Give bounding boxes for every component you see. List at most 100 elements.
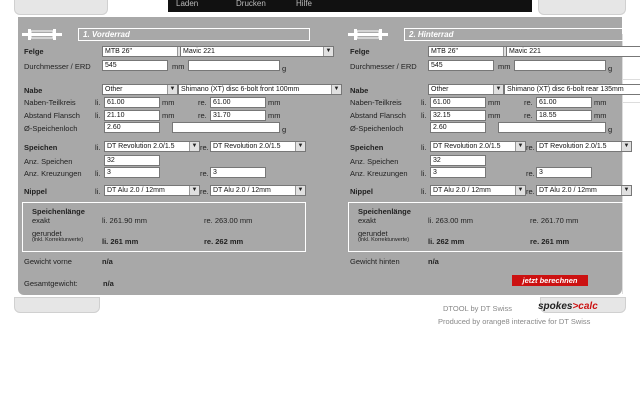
wheel-front-distance-right-unit: mm (268, 111, 281, 120)
wheel-rear-distance-left-input[interactable]: 32.15 (430, 110, 486, 121)
wheel-rear-cross-right-input[interactable]: 3 (536, 167, 592, 178)
wheel-front-nip-re-prefix: re. (200, 187, 209, 196)
wheel-front-flange-li-prefix: li. (95, 98, 101, 107)
chevron-down-icon: ▼ (515, 142, 525, 151)
wheel-rear-distance-right-input[interactable]: 18.55 (536, 110, 592, 121)
wheel-front-hub-weight-unit: g (282, 125, 287, 134)
wheel-front-spoke-left-select[interactable]: DT Revolution 2.0/1.5 ▼ (104, 141, 200, 152)
wheel-front-hub-weight-input[interactable] (172, 122, 280, 133)
wheel-rear-weight-value: n/a (428, 257, 439, 266)
calculate-button[interactable]: jetzt berechnen (512, 275, 588, 286)
menu-load[interactable]: Laden (176, 0, 198, 8)
wheel-front-nipple-right-select-value: DT Alu 2.0 / 12mm (213, 187, 271, 194)
wheel-front-title: 1. Vorderrad (78, 28, 310, 41)
wheel-rear-cross-li-prefix: li. (421, 169, 427, 178)
wheel-rear-spoke-li-prefix: li. (421, 143, 427, 152)
wheel-front-felge-label: Felge (24, 47, 44, 56)
wheel-rear-weight-label: Gewicht hinten (350, 257, 400, 266)
wheel-rear-title: 2. Hinterrad (404, 28, 636, 41)
wheel-rear-cross-label: Anz. Kreuzungen (350, 169, 408, 178)
right-edge-strip (622, 34, 640, 294)
menu-print[interactable]: Drucken (236, 0, 266, 8)
wheel-rear-flange-re-prefix: re. (524, 98, 533, 107)
chevron-down-icon: ▼ (493, 85, 503, 94)
wheel-rear-distance-re-prefix: re. (524, 111, 533, 120)
wheel-rear-hub-model-select[interactable]: Shimano (XT) disc 6-bolt rear 135mm▼ (504, 84, 640, 95)
wheel-front-flange-left-unit: mm (162, 98, 175, 107)
wheel-rear-hole-input[interactable]: 2.60 (430, 122, 486, 133)
wheel-rear-flange-right-unit: mm (594, 98, 607, 107)
wheel-front-distance-left-input[interactable]: 21.10 (104, 110, 160, 121)
chevron-down-icon: ▼ (295, 186, 305, 195)
wheel-front-count-input[interactable]: 32 (104, 155, 160, 166)
wheel-rear-rim-model-select[interactable]: Mavic 221▼ (506, 46, 640, 57)
wheel-front-cross-re-prefix: re. (200, 169, 209, 178)
chevron-down-icon: ▼ (295, 142, 305, 151)
wheel-front-hole-input[interactable]: 2.60 (104, 122, 160, 133)
wheel-rear-rim-size-select[interactable]: MTB 26"▼ (428, 46, 514, 57)
wheel-front-spoke-right-select[interactable]: DT Revolution 2.0/1.5 ▼ (210, 141, 306, 152)
wheel-front-flange-left-input[interactable]: 61.00 (104, 97, 160, 108)
wheel-rear-spoke-right-select[interactable]: DT Revolution 2.0/1.5 ▼ (536, 141, 632, 152)
wheel-front-nipple-left-select[interactable]: DT Alu 2.0 / 12mm ▼ (104, 185, 200, 196)
wheel-rear-hole-label: Ø-Speichenloch (350, 124, 404, 133)
wheel-front-hub-model-select[interactable]: Shimano (XT) disc 6-bolt front 100mm ▼ (178, 84, 342, 95)
wheel-front-exakt-left: li. 261.90 mm (102, 216, 148, 225)
wheel-front-rounded-left: li. 261 mm (102, 237, 139, 246)
wheel-front-spoke-left-select-value: DT Revolution 2.0/1.5 (107, 143, 175, 150)
wheel-front-erd-label: Durchmesser / ERD (24, 62, 91, 71)
wheel-front-exakt-right: re. 263.00 mm (204, 216, 253, 225)
wheel-front-rounded-right: re. 262 mm (204, 237, 244, 246)
wheel-front-nip-li-prefix: li. (95, 187, 101, 196)
wheel-rear-cross-left-input[interactable]: 3 (430, 167, 486, 178)
wheel-front-erd-input[interactable]: 545 (102, 60, 168, 71)
wheel-rear-hub-graphic (348, 29, 388, 40)
wheel-front-distance-right-input[interactable]: 31.70 (210, 110, 266, 121)
top-menu-bar: Laden Drucken Hilfe (168, 0, 532, 12)
wheel-front-flange-right-input[interactable]: 61.00 (210, 97, 266, 108)
chevron-down-icon: ▼ (167, 85, 177, 94)
wheel-front-rim-weight-input[interactable] (188, 60, 280, 71)
wheel-rear-spoke-left-select[interactable]: DT Revolution 2.0/1.5 ▼ (430, 141, 526, 152)
wheel-rear-hub-model-select-value: Shimano (XT) disc 6-bolt rear 135mm (507, 86, 624, 93)
chevron-down-icon: ▼ (331, 85, 341, 94)
wheel-rear-exakt-label: exakt (358, 216, 376, 225)
wheel-rear-hub-brand-select[interactable]: Other ▼ (428, 84, 504, 95)
wheel-rear-hub-weight-input[interactable] (498, 122, 606, 133)
chevron-down-icon: ▼ (323, 47, 333, 56)
wheel-front-spoke-right-select-value: DT Revolution 2.0/1.5 (213, 143, 281, 150)
wheel-front-nipple-right-select[interactable]: DT Alu 2.0 / 12mm ▼ (210, 185, 306, 196)
wheel-rear-header: 2. Hinterrad (348, 28, 640, 41)
dtool-credit: DTOOL by DT Swiss (443, 304, 513, 313)
wheel-front-cross-right-input[interactable]: 3 (210, 167, 266, 178)
wheel-rear-nipple-right-select[interactable]: DT Alu 2.0 / 12mm ▼ (536, 185, 632, 196)
wheel-front-speichen-label: Speichen (24, 143, 58, 152)
wheel-front-rim-size-select-value: MTB 26" (105, 48, 132, 55)
wheel-rear-erd-input[interactable]: 545 (428, 60, 494, 71)
wheel-rear-distance-left-unit: mm (488, 111, 501, 120)
wheel-rear-rim-model-select-value: Mavic 221 (509, 48, 541, 55)
wheel-rear-nipple-left-select[interactable]: DT Alu 2.0 / 12mm ▼ (430, 185, 526, 196)
wheel-rear-cross-re-prefix: re. (526, 169, 535, 178)
wheel-front-distance-re-prefix: re. (198, 111, 207, 120)
wheel-front-weight-label: Gewicht vorne (24, 257, 72, 266)
top-right-tab (538, 0, 626, 15)
produced-by-credit: Produced by orange8 interactive for DT S… (438, 317, 591, 326)
wheel-front-rim-size-select[interactable]: MTB 26"▼ (102, 46, 188, 57)
wheel-rear-hub-weight-unit: g (608, 125, 613, 134)
wheel-front-length-title: Speichenlänge (32, 207, 85, 216)
wheel-rear-rounded-left: li. 262 mm (428, 237, 465, 246)
wheel-front-hub-brand-select[interactable]: Other ▼ (102, 84, 178, 95)
wheel-rear-flange-right-input[interactable]: 61.00 (536, 97, 592, 108)
wheel-front-rim-model-select[interactable]: Mavic 221 ▼ (180, 46, 334, 57)
wheel-rear-erd-unit: mm (498, 62, 511, 71)
wheel-front-distance-li-prefix: li. (95, 111, 101, 120)
wheel-front-cross-left-input[interactable]: 3 (104, 167, 160, 178)
wheel-rear-count-input[interactable]: 32 (430, 155, 486, 166)
menu-help[interactable]: Hilfe (296, 0, 312, 8)
wheel-rear-flange-label: Naben-Teilkreis (350, 98, 402, 107)
wheel-rear-flange-left-input[interactable]: 61.00 (430, 97, 486, 108)
chevron-down-icon: ▼ (515, 186, 525, 195)
wheel-rear-rim-weight-input[interactable] (514, 60, 606, 71)
wheel-rear-felge-label: Felge (350, 47, 370, 56)
